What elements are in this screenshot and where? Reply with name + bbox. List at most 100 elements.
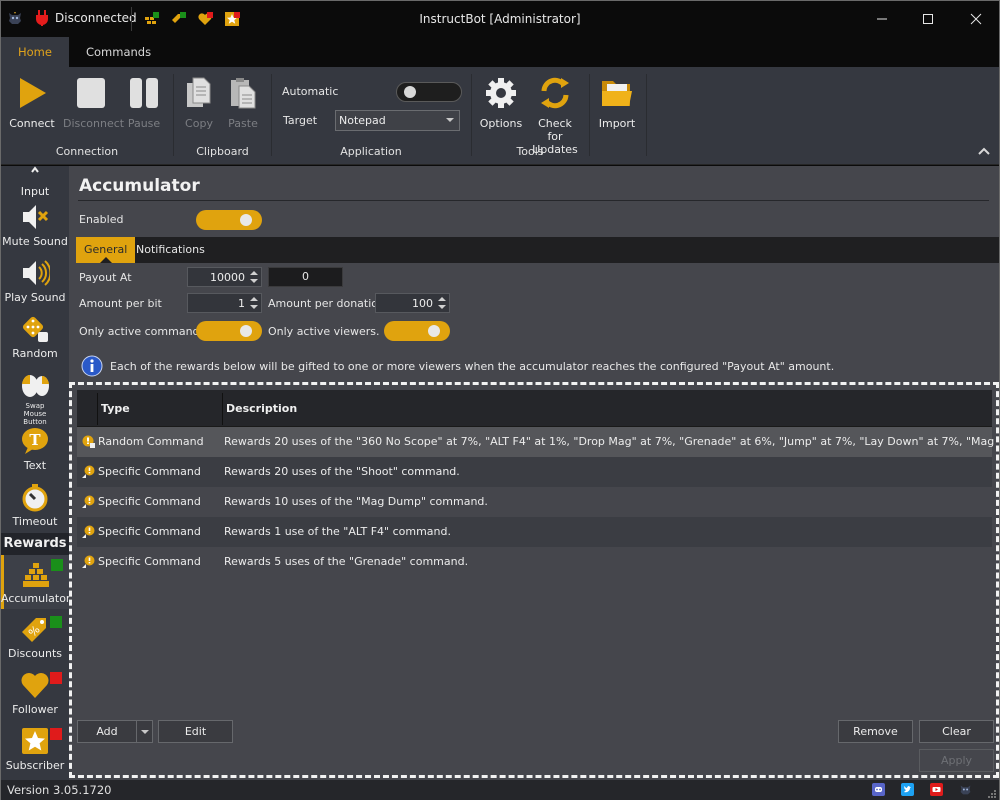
table-row[interactable]: Specific Command Rewards 1 use of the "A… xyxy=(77,517,992,547)
close-button[interactable] xyxy=(953,1,999,37)
plug-icon xyxy=(36,10,48,26)
table-row[interactable]: Random Command Rewards 20 uses of the "3… xyxy=(77,427,994,457)
ribbon-tabs: Home Commands xyxy=(1,37,999,67)
spinner-arrows-icon[interactable] xyxy=(250,270,258,284)
edit-button[interactable]: Edit xyxy=(158,720,233,743)
remove-button[interactable]: Remove xyxy=(838,720,913,743)
title-bar: Disconnected InstructBot [Administrator] xyxy=(1,1,999,37)
clipboard-group-label: Clipboard xyxy=(196,145,249,158)
spinner-arrows-icon[interactable] xyxy=(438,296,446,310)
resize-grip-icon[interactable] xyxy=(988,790,996,798)
sidebar-item-text[interactable]: T Text xyxy=(1,426,69,472)
amount-per-bit-spinner[interactable]: 1 xyxy=(187,293,262,313)
minimize-button[interactable] xyxy=(859,1,905,37)
row-description: Rewards 5 uses of the "Grenade" command. xyxy=(224,555,469,568)
sidebar-item-play-sound[interactable]: Play Sound xyxy=(1,258,69,304)
mute-icon xyxy=(20,202,50,232)
youtube-icon[interactable] xyxy=(930,783,943,796)
spinner-arrows-icon[interactable] xyxy=(250,296,258,310)
instructbot-icon[interactable] xyxy=(959,783,972,796)
row-type: Specific Command xyxy=(98,555,201,568)
table-row[interactable]: Specific Command Rewards 5 uses of the "… xyxy=(77,547,992,577)
only-active-viewers-toggle[interactable] xyxy=(384,321,450,341)
apply-button[interactable]: Apply xyxy=(919,749,994,772)
payout-at-label: Payout At xyxy=(79,271,132,284)
sidebar-item-swap-mouse-button[interactable]: Swap Mouse Button xyxy=(1,370,69,426)
maximize-button[interactable] xyxy=(905,1,951,37)
payout-at-value: 10000 xyxy=(210,271,245,284)
maximize-icon xyxy=(923,14,933,24)
table-row[interactable]: Specific Command Rewards 20 uses of the … xyxy=(77,457,992,487)
remove-label: Remove xyxy=(853,725,898,738)
sidebar-item-random[interactable]: Random xyxy=(1,314,69,360)
pause-icon xyxy=(126,75,162,111)
add-button[interactable]: Add xyxy=(77,720,137,743)
tab-home[interactable]: Home xyxy=(1,37,69,67)
check-updates-button[interactable]: Check for Updates xyxy=(530,75,580,156)
paste-button[interactable]: Paste xyxy=(218,75,268,130)
status-bar: Version 3.05.1720 xyxy=(1,780,999,800)
current-total-display: 0 xyxy=(268,267,343,287)
sidebar-item-label: Swap Mouse Button xyxy=(23,402,47,426)
automatic-toggle[interactable] xyxy=(396,82,462,102)
twitter-icon[interactable] xyxy=(901,783,914,796)
only-active-viewers-label: Only active viewers. xyxy=(268,325,380,338)
sidebar-item-label: Input xyxy=(20,185,50,198)
tab-commands[interactable]: Commands xyxy=(69,37,168,67)
only-active-commands-label: Only active commands. xyxy=(79,325,209,338)
tab-notifications-label: Notifications xyxy=(136,243,205,256)
enabled-toggle[interactable] xyxy=(196,210,262,230)
content-tabs: General Notifications xyxy=(76,237,999,263)
sidebar-item-label: Subscriber xyxy=(5,759,65,772)
column-header-description[interactable]: Description xyxy=(226,402,297,415)
tab-notifications[interactable]: Notifications xyxy=(128,237,213,263)
clipboard-group: Copy Paste Clipboard xyxy=(174,67,271,165)
import-button[interactable]: Import xyxy=(592,75,642,130)
sidebar-item-discounts[interactable]: % Discounts xyxy=(1,614,69,660)
follower-reward-icon[interactable] xyxy=(197,10,214,27)
specific-command-icon xyxy=(82,465,95,478)
clear-button[interactable]: Clear xyxy=(919,720,994,743)
payout-at-spinner[interactable]: 10000 xyxy=(187,267,262,287)
import-group: Import xyxy=(590,67,646,165)
copy-button[interactable]: Copy xyxy=(174,75,224,130)
accumulator-reward-icon[interactable] xyxy=(143,10,160,27)
enabled-label: Enabled xyxy=(79,213,124,226)
only-active-commands-toggle[interactable] xyxy=(196,321,262,341)
row-type: Specific Command xyxy=(98,465,201,478)
sidebar-item-follower[interactable]: Follower xyxy=(1,670,69,716)
sidebar-item-label: Timeout xyxy=(12,515,58,528)
application-group: Automatic Target Notepad Application xyxy=(272,67,470,165)
pause-button[interactable]: Pause xyxy=(119,75,169,130)
options-button[interactable]: Options xyxy=(476,75,526,130)
target-dropdown[interactable]: Notepad xyxy=(335,110,460,131)
speaker-icon xyxy=(20,258,52,288)
title-separator xyxy=(131,7,132,31)
sidebar-item-subscriber[interactable]: Subscriber xyxy=(1,726,69,772)
table-row[interactable]: Specific Command Rewards 10 uses of the … xyxy=(77,487,992,517)
sidebar-item-accumulator[interactable]: Accumulator xyxy=(1,555,69,609)
collapse-ribbon-icon[interactable] xyxy=(977,146,991,156)
specific-command-icon xyxy=(82,495,95,508)
sidebar-item-mute-sound[interactable]: Mute Sound xyxy=(1,202,69,248)
application-group-label: Application xyxy=(340,145,402,158)
pause-label: Pause xyxy=(127,117,161,130)
toggle-knob xyxy=(428,325,440,337)
column-header-type[interactable]: Type xyxy=(101,402,130,415)
disconnect-button[interactable]: Disconnect xyxy=(63,75,124,130)
amount-per-donation-spinner[interactable]: 100 xyxy=(375,293,450,313)
discount-reward-icon[interactable] xyxy=(170,10,187,27)
row-type: Random Command xyxy=(98,435,204,448)
tools-group-label: Tools xyxy=(516,145,544,158)
subscriber-reward-icon[interactable] xyxy=(224,10,241,27)
chevron-down-icon xyxy=(140,730,149,734)
discord-icon[interactable] xyxy=(872,783,885,796)
svg-text:T: T xyxy=(29,431,41,449)
edit-label: Edit xyxy=(184,725,207,738)
connect-button[interactable]: Connect xyxy=(7,75,57,130)
copy-label: Copy xyxy=(185,117,213,130)
add-dropdown-button[interactable] xyxy=(136,720,153,743)
sidebar-item-input[interactable]: Input xyxy=(1,166,69,198)
sidebar-item-timeout[interactable]: Timeout xyxy=(1,482,69,528)
sidebar-item-label: Follower xyxy=(12,703,58,716)
